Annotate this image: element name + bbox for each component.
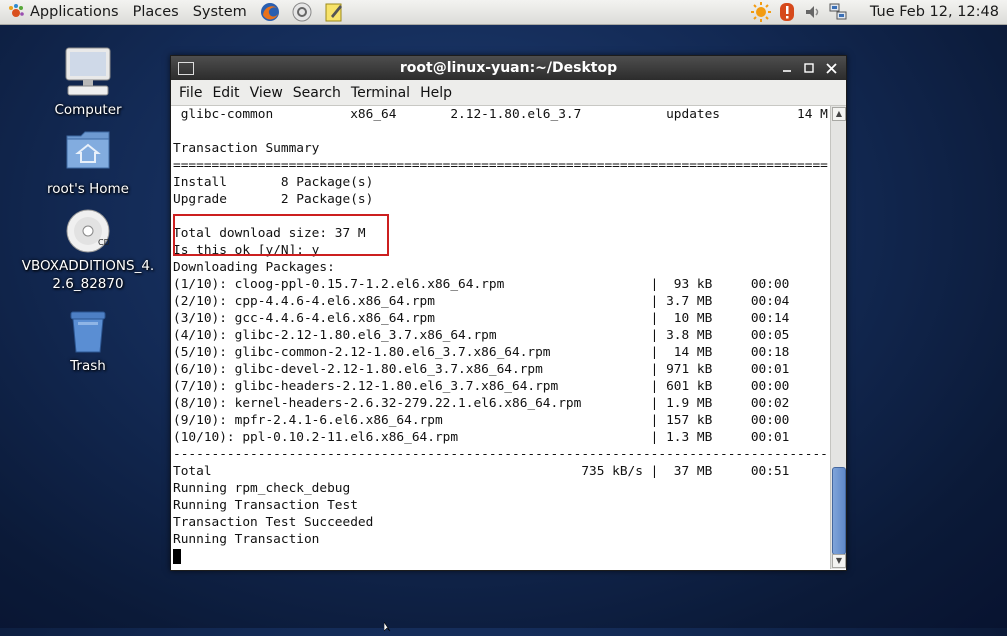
menu-help[interactable]: Help <box>415 85 457 101</box>
terminal-line: Transaction Test Succeeded <box>173 515 374 530</box>
gnome-foot-icon <box>7 3 25 21</box>
network-icon[interactable] <box>828 1 850 23</box>
terminal-line: (3/10): gcc-4.4.6-4.el6.x86_64.rpm | 10 … <box>173 311 790 326</box>
terminal-window: root@linux-yuan:~/Desktop File Edit View… <box>170 55 847 571</box>
terminal-menubar: File Edit View Search Terminal Help <box>171 80 846 106</box>
terminal-line: glibc-common x86_64 2.12-1.80.el6_3.7 up… <box>173 107 828 122</box>
desktop-icon-label: Computer <box>54 102 122 118</box>
dash-separator: ----------------------------------------… <box>173 447 828 462</box>
terminal-line: Transaction Summary <box>173 141 320 156</box>
terminal-line: (8/10): kernel-headers-2.6.32-279.22.1.e… <box>173 396 790 411</box>
applications-label: Applications <box>30 4 119 20</box>
terminal-line: Running Transaction <box>173 532 320 547</box>
menu-file[interactable]: File <box>174 85 207 101</box>
firefox-launcher-icon[interactable] <box>258 1 282 23</box>
terminal-line: (6/10): glibc-devel-2.12-1.80.el6_3.7.x8… <box>173 362 790 377</box>
terminal-line: Downloading Packages: <box>173 260 335 275</box>
scroll-thumb[interactable] <box>832 467 846 555</box>
desktop-icon-vboxadditions[interactable]: CD VBOXADDITIONS_4. 2.6_82870 <box>18 208 158 293</box>
applications-menu[interactable]: Applications <box>0 0 126 24</box>
menu-edit[interactable]: Edit <box>207 85 244 101</box>
update-alert-icon[interactable] <box>776 1 798 23</box>
terminal-line: (4/10): glibc-2.12-1.80.el6_3.7.x86_64.r… <box>173 328 790 343</box>
terminal-cursor <box>173 549 181 564</box>
terminal-output[interactable]: glibc-common x86_64 2.12-1.80.el6_3.7 up… <box>171 106 828 569</box>
terminal-scrollbar[interactable]: ▲ ▼ <box>830 106 846 569</box>
mouse-pointer-icon <box>383 620 394 636</box>
terminal-line: Running rpm_check_debug <box>173 481 351 496</box>
close-button[interactable] <box>822 59 840 77</box>
computer-icon <box>63 46 113 98</box>
volume-icon[interactable] <box>802 1 824 23</box>
cd-disc-text: CD <box>98 238 110 247</box>
system-menu[interactable]: System <box>186 0 254 24</box>
window-titlebar[interactable]: root@linux-yuan:~/Desktop <box>171 56 846 80</box>
scroll-up-button[interactable]: ▲ <box>832 107 846 121</box>
weather-sun-icon[interactable] <box>750 1 772 23</box>
system-label: System <box>192 4 247 20</box>
top-panel: Applications Places System Tue Feb 12, 1… <box>0 0 1007 25</box>
terminal-line: (7/10): glibc-headers-2.12-1.80.el6_3.7.… <box>173 379 790 394</box>
menu-search[interactable]: Search <box>288 85 346 101</box>
maximize-button[interactable] <box>800 59 818 77</box>
desktop-icon-trash[interactable]: Trash <box>18 310 158 375</box>
cd-disc-icon: CD <box>65 208 111 254</box>
mail-launcher-icon[interactable] <box>290 1 314 23</box>
terminal-line: Install 8 Package(s) <box>173 175 374 190</box>
scroll-down-button[interactable]: ▼ <box>832 554 846 568</box>
home-folder-icon <box>65 130 111 170</box>
menu-view[interactable]: View <box>245 85 288 101</box>
terminal-line: (9/10): mpfr-2.4.1-6.el6.x86_64.rpm | 15… <box>173 413 790 428</box>
clock[interactable]: Tue Feb 12, 12:48 <box>852 4 1007 20</box>
double-separator: ========================================… <box>173 158 828 173</box>
menu-terminal[interactable]: Terminal <box>346 85 415 101</box>
terminal-line: (1/10): cloog-ppl-0.15.7-1.2.el6.x86_64.… <box>173 277 790 292</box>
notes-launcher-icon[interactable] <box>322 1 346 23</box>
terminal-line: (2/10): cpp-4.4.6-4.el6.x86_64.rpm | 3.7… <box>173 294 790 309</box>
desktop-icon-label: VBOXADDITIONS_4. <box>21 258 155 274</box>
system-tray: Tue Feb 12, 12:48 <box>748 0 1007 24</box>
terminal-line: (10/10): ppl-0.10.2-11.el6.x86_64.rpm | … <box>173 430 790 445</box>
desktop-icon-home[interactable]: root's Home <box>18 130 158 198</box>
places-label: Places <box>132 4 179 20</box>
terminal-line: Upgrade 2 Package(s) <box>173 192 374 207</box>
desktop-icon-label: Trash <box>70 358 106 374</box>
desktop-icon-label: root's Home <box>47 181 129 197</box>
minimize-button[interactable] <box>778 59 796 77</box>
download-size-highlight <box>173 214 389 256</box>
desktop-icon-label-line2: 2.6_82870 <box>52 276 124 292</box>
terminal-line: Running Transaction Test <box>173 498 358 513</box>
trash-icon <box>66 310 110 354</box>
window-title: root@linux-yuan:~/Desktop <box>399 60 618 76</box>
places-menu[interactable]: Places <box>126 0 186 24</box>
desktop-icon-computer[interactable]: Computer <box>18 46 158 119</box>
terminal-line: (5/10): glibc-common-2.12-1.80.el6_3.7.x… <box>173 345 790 360</box>
terminal-line: Total 735 kB/s | 37 MB 00:51 <box>173 464 790 479</box>
